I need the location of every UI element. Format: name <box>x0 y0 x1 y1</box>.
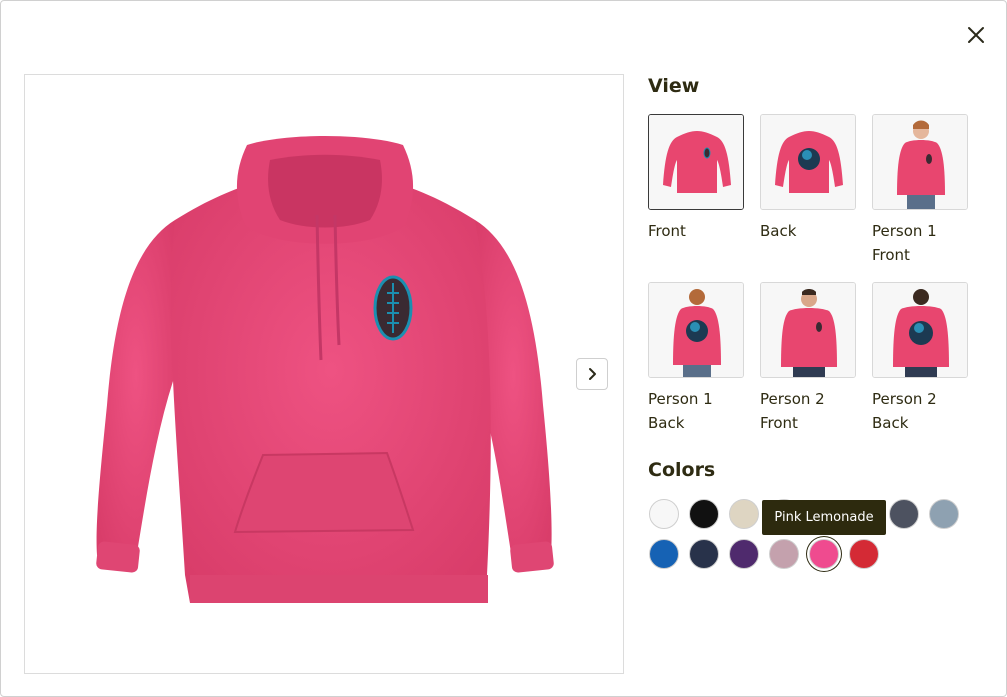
color-swatch-orchid[interactable] <box>769 539 799 569</box>
thumbnail-label-person2-front-line2: Front <box>760 414 798 432</box>
thumbnail-person1-back[interactable] <box>648 282 744 378</box>
color-swatch-navy[interactable] <box>689 539 719 569</box>
thumbnail-label-person1-back: Person 1 Back <box>648 387 748 435</box>
hoodie-front-image <box>96 136 554 603</box>
thumbnail-label-person2-back-line2: Back <box>872 414 909 432</box>
chevron-right-icon <box>589 368 596 380</box>
thumbnail-person2-back[interactable] <box>872 282 968 378</box>
thumbnail-label-person1-front: Person 1 Front <box>872 219 972 267</box>
thumbnail-label-person2-front: Person 2 Front <box>760 387 860 435</box>
thumbnail-front[interactable] <box>648 114 744 210</box>
main-product-image <box>24 74 624 674</box>
person1-back-thumbnail <box>649 283 743 377</box>
color-swatch-purple[interactable] <box>729 539 759 569</box>
color-swatch-charcoal-heather[interactable] <box>889 499 919 529</box>
color-swatch-royal[interactable] <box>649 539 679 569</box>
thumbnail-label-back-line1: Back <box>760 222 797 240</box>
close-button[interactable] <box>963 22 989 48</box>
thumbnail-person2-front[interactable] <box>760 282 856 378</box>
color-swatch-sand[interactable] <box>729 499 759 529</box>
thumbnail-person1-front[interactable] <box>872 114 968 210</box>
color-swatch-slate[interactable] <box>929 499 959 529</box>
thumbnail-label-person1-back-line2: Back <box>648 414 685 432</box>
thumbnail-back[interactable] <box>760 114 856 210</box>
color-swatch-pink-lemonade[interactable] <box>809 539 839 569</box>
person2-front-thumbnail <box>761 283 855 377</box>
next-image-button[interactable] <box>576 358 608 390</box>
thumbnail-label-person1-front-line2: Front <box>872 246 910 264</box>
thumbnail-label-front: Front <box>648 219 748 243</box>
color-swatch-white[interactable] <box>649 499 679 529</box>
color-tooltip: Pink Lemonade <box>762 500 886 535</box>
thumbnail-label-back: Back <box>760 219 860 243</box>
colors-title: Colors <box>648 459 716 481</box>
thumbnail-label-front-line1: Front <box>648 222 686 240</box>
thumbnail-label-person1-front-line1: Person 1 <box>872 222 937 240</box>
color-swatch-red[interactable] <box>849 539 879 569</box>
color-swatch-black[interactable] <box>689 499 719 529</box>
close-icon <box>968 27 984 43</box>
thumbnail-label-person2-back-line1: Person 2 <box>872 390 937 408</box>
view-title: View <box>648 75 700 97</box>
hoodie-front-thumbnail <box>649 115 743 209</box>
person1-front-thumbnail <box>873 115 967 209</box>
person2-back-thumbnail <box>873 283 967 377</box>
thumbnail-label-person2-front-line1: Person 2 <box>760 390 825 408</box>
product-image-modal: View Front Back Person 1 Front Person 1 … <box>0 0 1007 697</box>
thumbnail-label-person2-back: Person 2 Back <box>872 387 972 435</box>
thumbnail-label-person1-back-line1: Person 1 <box>648 390 713 408</box>
hoodie-back-thumbnail <box>761 115 855 209</box>
